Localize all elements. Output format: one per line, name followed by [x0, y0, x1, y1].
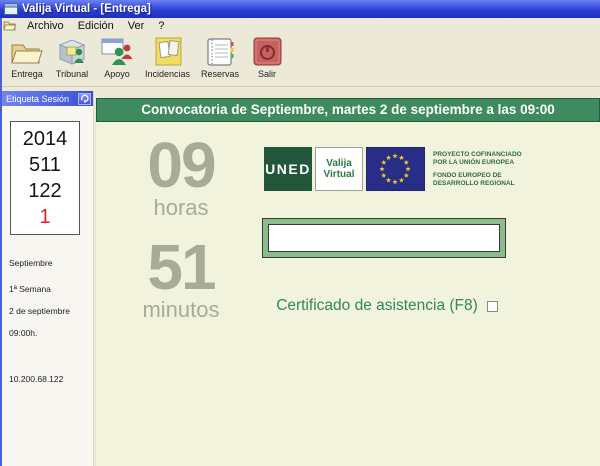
reservations-notebook-icon: [203, 36, 237, 68]
app-icon: [4, 2, 18, 16]
session-year: 2014: [11, 126, 79, 152]
session-time: 09:00h.: [9, 328, 37, 338]
toolbar-apoyo-button[interactable]: Apoyo: [97, 35, 137, 80]
uned-logo: UNED: [264, 147, 312, 191]
session-date: 2 de septiembre: [9, 306, 70, 316]
certificate-checkbox[interactable]: [487, 301, 498, 312]
clock-hours-label: horas: [114, 196, 248, 220]
toolbar-incidencias-label: Incidencias: [145, 69, 190, 79]
open-folder-icon: [10, 36, 44, 68]
toolbar: Entrega Tribunal: [0, 33, 600, 87]
eu-cofinance-line-2: FONDO EUROPEO DE DESARROLLO REGIONAL: [433, 172, 531, 187]
incident-notes-icon: [151, 36, 185, 68]
valija-virtual-logo: Valija Virtual: [315, 147, 363, 191]
power-exit-icon: [250, 36, 284, 68]
session-week: 1ª Semana: [9, 284, 51, 294]
session-month: Septiembre: [9, 258, 52, 268]
tribunal-cube-icon: [55, 36, 89, 68]
menu-ver[interactable]: Ver: [121, 20, 152, 32]
certificate-label: Certificado de asistencia (F8): [276, 297, 478, 315]
session-number-highlight: 1: [11, 204, 79, 230]
countdown-clock: 09 horas 51 minutos: [114, 134, 248, 322]
toolbar-entrega-button[interactable]: Entrega: [7, 35, 47, 80]
clock-minutes: 51: [114, 236, 248, 298]
toolbar-reservas-button[interactable]: Reservas: [198, 35, 242, 80]
menu-edicion[interactable]: Edición: [71, 20, 121, 32]
eu-cofinance-line-1: PROYECTO COFINANCIADO POR LA UNIÓN EUROP…: [433, 151, 531, 166]
ip-address: 10.200.68.122: [9, 374, 63, 384]
curved-arrow-icon: [80, 94, 90, 103]
eu-cofinance-text: PROYECTO COFINANCIADO POR LA UNIÓN EUROP…: [433, 147, 531, 191]
session-label-box: 2014 511 122 1: [10, 121, 80, 235]
session-sidebar: Etiqueta Sesión 2014 511 122 1 Septiembr…: [2, 91, 94, 466]
float-panel-button[interactable]: [78, 93, 91, 105]
clock-hours: 09: [114, 134, 248, 196]
toolbar-entrega-label: Entrega: [11, 69, 43, 79]
window-left-border: [0, 18, 2, 466]
logos-row: UNED Valija Virtual: [264, 147, 531, 191]
certificate-row: Certificado de asistencia (F8): [262, 297, 512, 315]
support-people-icon: [100, 36, 134, 68]
session-code-input[interactable]: [268, 224, 500, 252]
toolbar-apoyo-label: Apoyo: [104, 69, 130, 79]
session-room: 122: [11, 178, 79, 204]
toolbar-reservas-label: Reservas: [201, 69, 239, 79]
menu-bar: Archivo Edición Ver ?: [0, 18, 600, 33]
toolbar-tribunal-button[interactable]: Tribunal: [52, 35, 92, 80]
child-window-folder-icon[interactable]: [3, 20, 16, 31]
toolbar-salir-label: Salir: [258, 69, 276, 79]
code-input-frame: [262, 218, 506, 258]
toolbar-tribunal-label: Tribunal: [56, 69, 88, 79]
menu-help[interactable]: ?: [151, 20, 171, 32]
toolbar-incidencias-button[interactable]: Incidencias: [142, 35, 193, 80]
convocation-banner: Convocatoria de Septiembre, martes 2 de …: [96, 98, 600, 122]
clock-minutes-label: minutos: [114, 298, 248, 322]
title-bar: Valija Virtual - [Entrega]: [0, 0, 600, 18]
app-window: Valija Virtual - [Entrega] Archivo Edici…: [0, 0, 600, 466]
eu-flag-icon: [366, 147, 425, 191]
main-panel: Convocatoria de Septiembre, martes 2 de …: [96, 98, 600, 466]
app-body: Etiqueta Sesión 2014 511 122 1 Septiembr…: [0, 87, 600, 466]
window-title: Valija Virtual - [Entrega]: [22, 3, 151, 15]
menu-archivo[interactable]: Archivo: [20, 20, 71, 32]
sidebar-header-title: Etiqueta Sesión: [6, 94, 69, 104]
toolbar-salir-button[interactable]: Salir: [247, 35, 287, 80]
session-center: 511: [11, 152, 79, 178]
sidebar-header: Etiqueta Sesión: [2, 91, 93, 106]
